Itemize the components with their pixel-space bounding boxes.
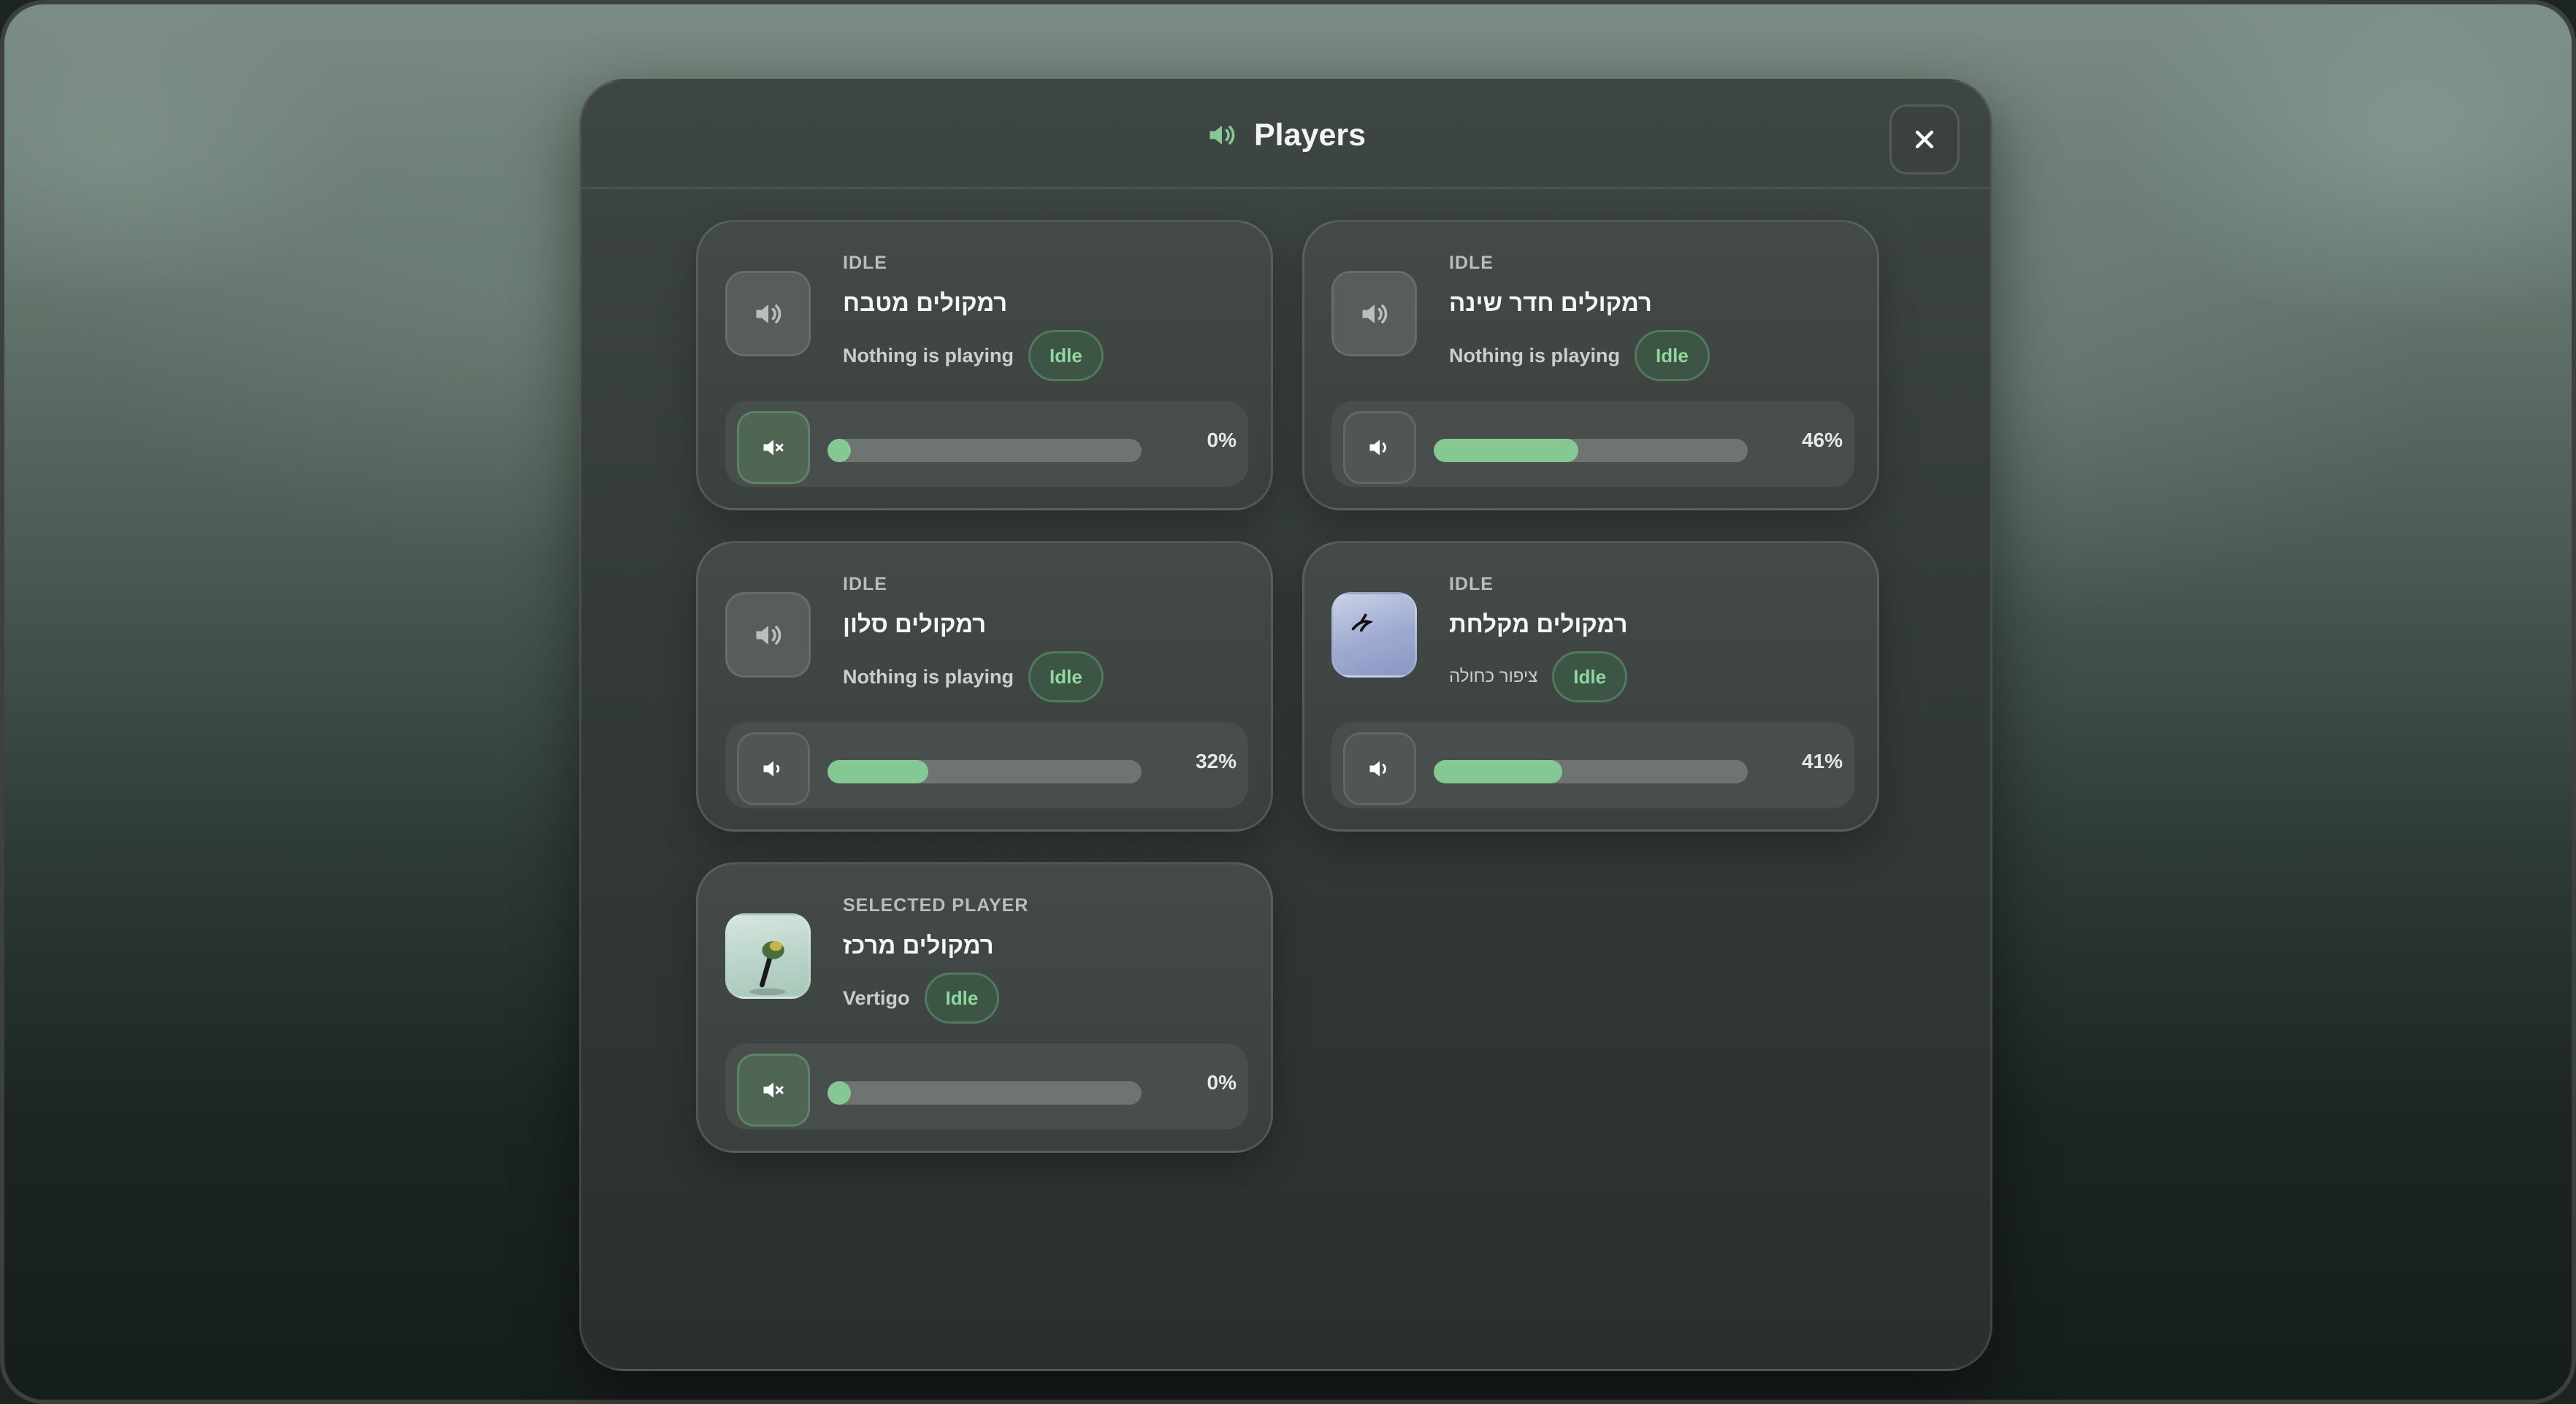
speaker-icon — [756, 304, 781, 323]
volume-panel: 0% — [725, 401, 1248, 487]
now-playing-text: Nothing is playing — [843, 665, 1014, 688]
status-badge: Idle — [1028, 651, 1104, 702]
now-playing-text: Vertigo — [843, 986, 910, 1009]
volume-slider-fill — [828, 760, 928, 783]
player-card[interactable]: IDLE רמקולים מטבח Nothing is playing Idl… — [696, 220, 1273, 510]
volume-slider-fill — [828, 439, 851, 462]
volume-slider-fill — [1434, 760, 1563, 783]
player-artwork — [1331, 271, 1417, 356]
volume-panel: 32% — [725, 722, 1248, 808]
speaker-icon — [756, 625, 781, 645]
volume-icon — [1369, 440, 1386, 456]
volume-low-icon — [763, 761, 780, 777]
status-badge: Idle — [1028, 330, 1104, 381]
player-card-selected[interactable]: SELECTED PLAYER רמקולים מרכז Vertigo Idl… — [696, 862, 1273, 1153]
player-artwork — [725, 271, 811, 356]
close-icon — [1915, 130, 1934, 149]
volume-slider[interactable] — [828, 439, 1142, 462]
album-art-bird — [1331, 592, 1417, 678]
player-state: IDLE — [1449, 253, 1494, 273]
speaker-icon — [1209, 126, 1235, 145]
volume-percent: 41% — [1801, 750, 1843, 772]
mute-toggle-button[interactable] — [737, 732, 810, 805]
now-playing-text: ציפור כחולה — [1449, 667, 1538, 686]
album-art-image — [749, 941, 786, 996]
volume-slider[interactable] — [828, 1081, 1142, 1105]
album-art-vertigo — [725, 913, 811, 999]
status-badge: Idle — [1552, 651, 1628, 702]
bird-icon — [1351, 613, 1374, 632]
player-card[interactable]: IDLE רמקולים סלון Nothing is playing Idl… — [696, 541, 1273, 832]
now-playing-text: Nothing is playing — [843, 344, 1014, 367]
status-badge: Idle — [1635, 330, 1710, 381]
volume-panel: 0% — [725, 1043, 1248, 1129]
volume-panel: 41% — [1331, 722, 1854, 808]
player-artwork — [725, 592, 811, 678]
volume-slider[interactable] — [1434, 439, 1748, 462]
volume-slider[interactable] — [1434, 760, 1748, 783]
player-name: רמקולים סלון — [843, 610, 987, 637]
players-modal: Players IDLE רמקולים מטבח Nothing is pla… — [579, 79, 1992, 1371]
modal-header: Players — [581, 81, 1990, 189]
volume-percent: 32% — [1195, 750, 1237, 772]
volume-icon — [1369, 761, 1386, 777]
status-badge: Idle — [924, 973, 1000, 1024]
player-state: SELECTED PLAYER — [843, 895, 1029, 916]
volume-mute-icon — [763, 440, 784, 456]
modal-title: Players — [1253, 117, 1367, 153]
player-state: IDLE — [1449, 574, 1494, 594]
volume-slider-fill — [1434, 439, 1578, 462]
volume-slider-fill — [828, 1081, 851, 1105]
mute-toggle-button[interactable] — [1343, 732, 1416, 805]
player-name: רמקולים מטבח — [843, 289, 1008, 316]
mute-toggle-button[interactable] — [1343, 411, 1416, 484]
mute-toggle-button[interactable] — [737, 411, 810, 484]
mute-toggle-button[interactable] — [737, 1054, 810, 1127]
player-name: רמקולים חדר שינה — [1449, 289, 1652, 316]
speaker-icon — [1362, 304, 1387, 323]
player-name: רמקולים מקלחת — [1449, 610, 1628, 637]
player-name: רמקולים מרכז — [843, 932, 994, 959]
close-button[interactable] — [1889, 104, 1960, 174]
volume-percent: 0% — [1207, 429, 1237, 451]
volume-percent: 0% — [1207, 1071, 1237, 1094]
player-card[interactable]: IDLE רמקולים חדר שינה Nothing is playing… — [1302, 220, 1879, 510]
player-state: IDLE — [843, 253, 887, 273]
volume-mute-icon — [763, 1082, 784, 1098]
volume-percent: 46% — [1801, 429, 1843, 451]
player-card[interactable]: IDLE רמקולים מקלחת ציפור כחולה Idle 41% — [1302, 541, 1879, 832]
volume-panel: 46% — [1331, 401, 1854, 487]
volume-slider[interactable] — [828, 760, 1142, 783]
now-playing-text: Nothing is playing — [1449, 344, 1620, 367]
player-state: IDLE — [843, 574, 887, 594]
